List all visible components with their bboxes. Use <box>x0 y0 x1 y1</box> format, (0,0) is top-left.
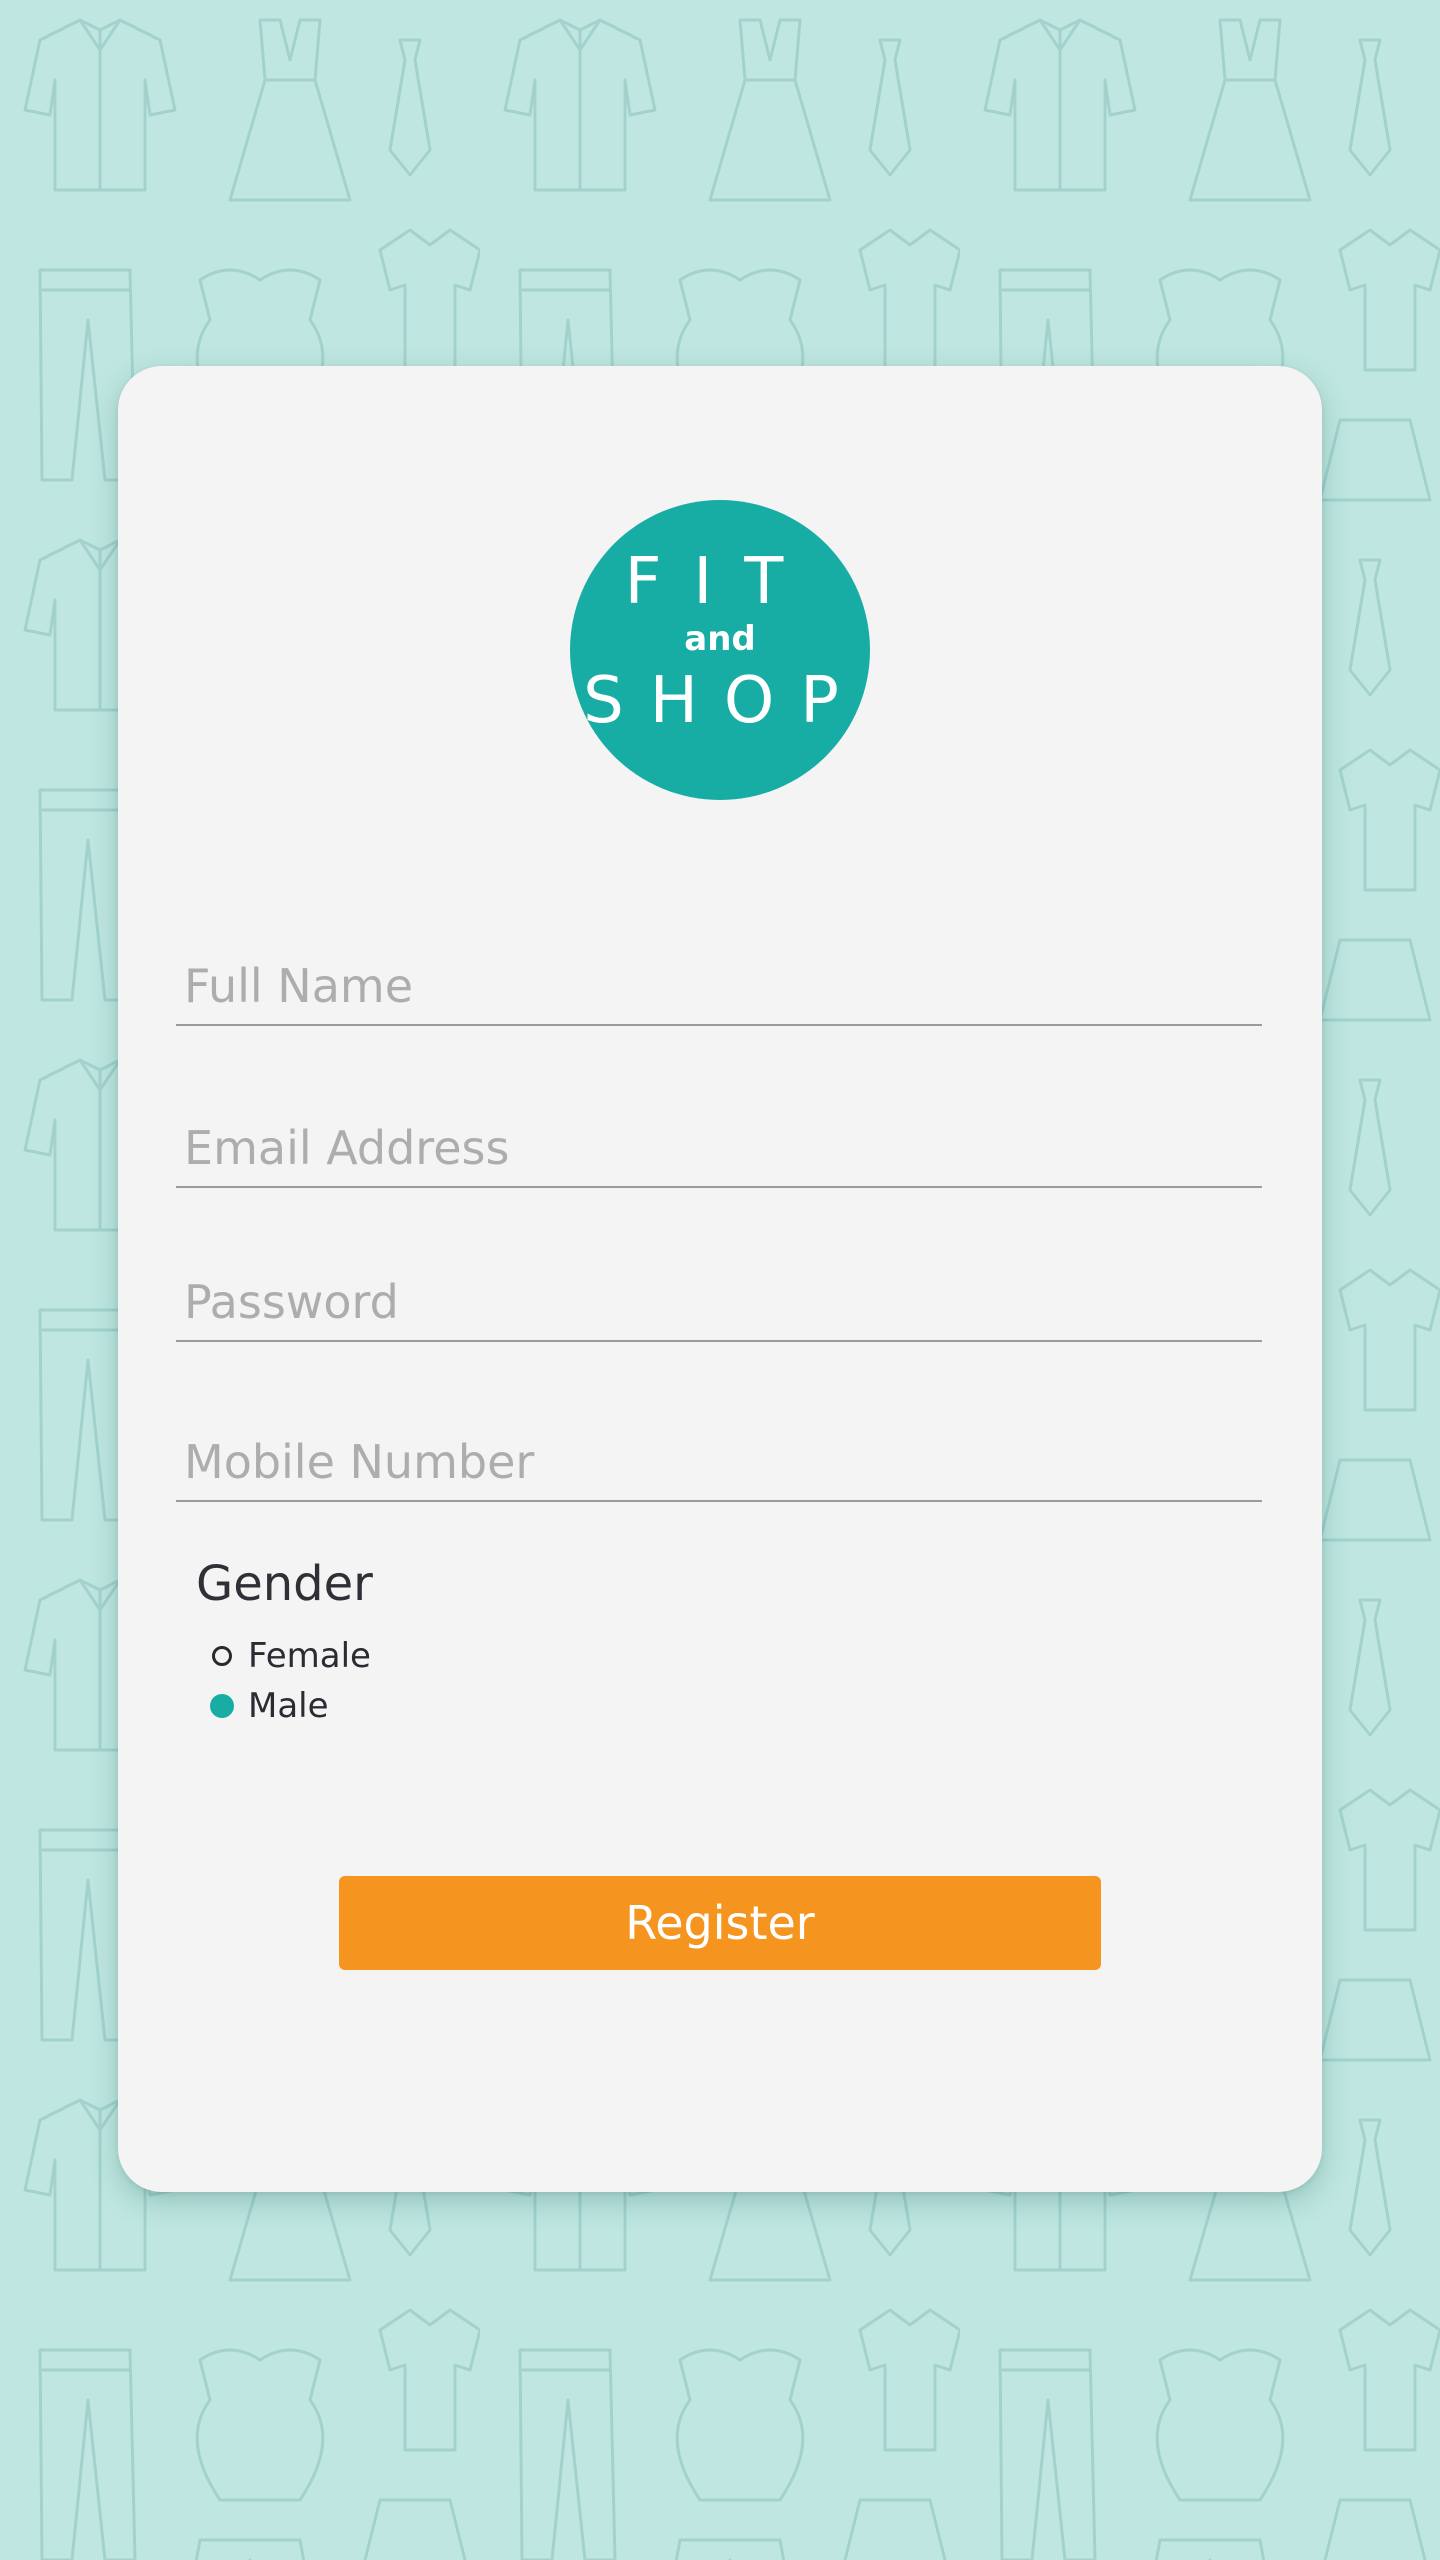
full-name-input[interactable] <box>176 948 1262 1026</box>
fit-and-shop-logo: FIT and SHOP <box>570 500 870 800</box>
email-field <box>176 1110 1262 1190</box>
gender-option-label: Female <box>248 1636 371 1676</box>
email-input[interactable] <box>176 1110 1262 1188</box>
register-button[interactable]: Register <box>339 1876 1101 1970</box>
gender-option-female[interactable]: Female <box>212 1634 371 1678</box>
gender-title: Gender <box>196 1556 373 1612</box>
mobile-number-input[interactable] <box>176 1424 1262 1502</box>
mobile-number-field <box>176 1424 1262 1504</box>
logo-line-1: FIT <box>625 545 816 619</box>
password-input[interactable] <box>176 1264 1262 1342</box>
radio-unselected-icon[interactable] <box>212 1646 232 1666</box>
logo-line-3: SHOP <box>583 664 865 738</box>
gender-option-label: Male <box>248 1686 329 1726</box>
password-field <box>176 1264 1262 1344</box>
gender-option-male[interactable]: Male <box>210 1684 329 1728</box>
radio-selected-icon[interactable] <box>210 1694 234 1718</box>
full-name-field <box>176 948 1262 1028</box>
logo-line-2: and <box>684 619 756 659</box>
